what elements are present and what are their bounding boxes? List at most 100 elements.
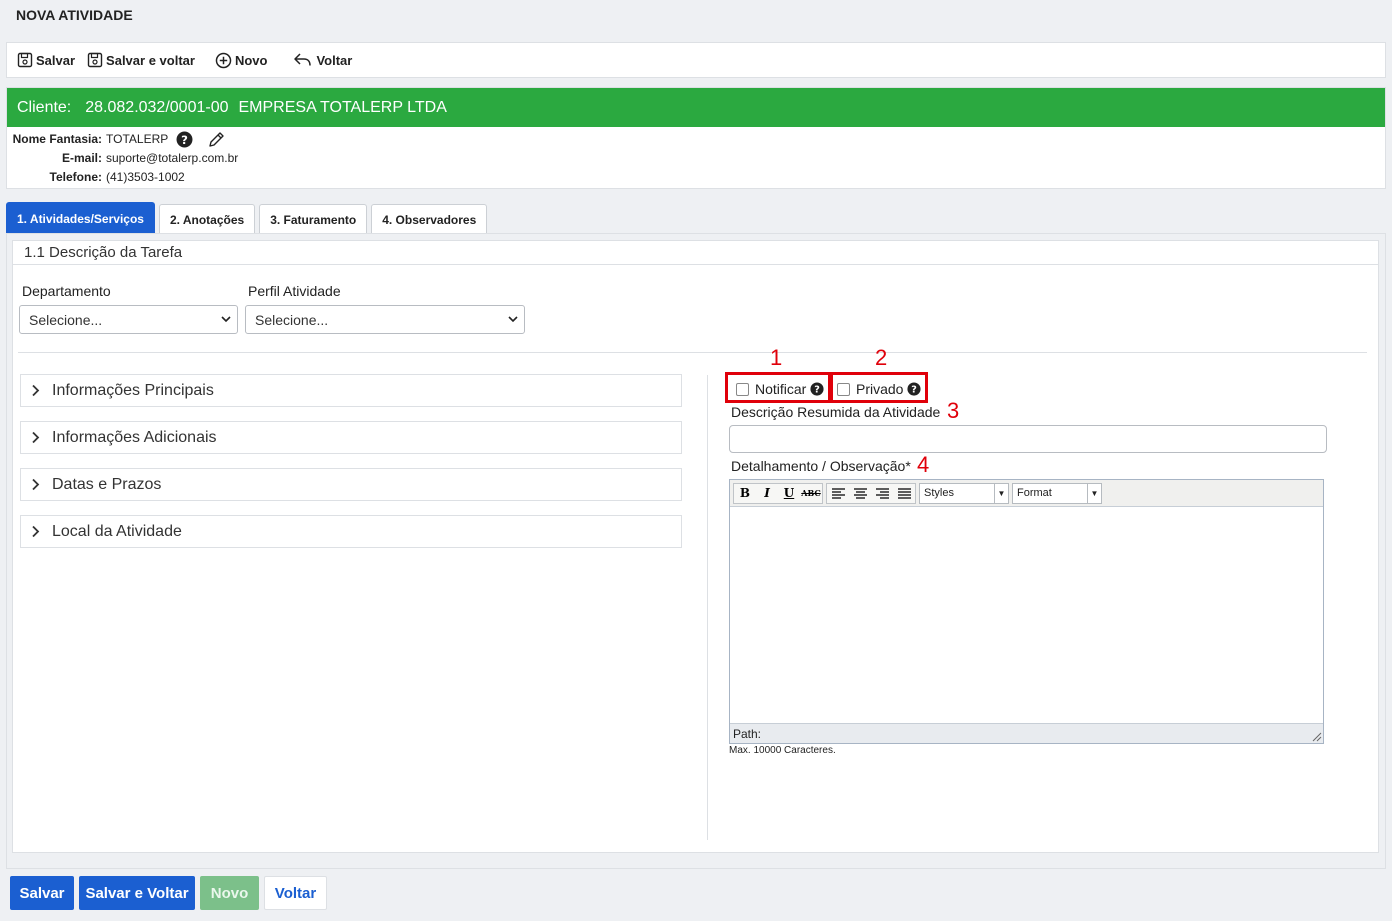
annotation-2: 2: [875, 345, 888, 370]
svg-text:?: ?: [912, 385, 918, 396]
notify-checkbox-row[interactable]: Notificar ?: [736, 381, 824, 397]
tab-anotacoes[interactable]: 2. Anotações: [158, 204, 256, 234]
annotation-4: 4: [917, 452, 930, 477]
chevron-right-icon: [32, 384, 40, 397]
caret-down-icon: ▼: [1087, 483, 1101, 503]
rich-text-editor: B I U ABC Styles ▼ Format ▼ Path:: [729, 479, 1324, 744]
notify-label: Notificar: [755, 381, 807, 397]
email-value: suporte@totalerp.com.br: [106, 151, 239, 165]
svg-text:?: ?: [815, 385, 821, 396]
fantasy-name-label: Nome Fantasia:: [12, 132, 102, 146]
svg-text:?: ?: [181, 133, 188, 147]
editor-path: Path:: [733, 726, 762, 741]
private-checkbox[interactable]: [837, 382, 850, 396]
accordion-label: Informações Principais: [52, 381, 214, 399]
client-name: EMPRESA TOTALERP LTDA: [238, 98, 447, 116]
profile-value: Selecione...: [255, 311, 329, 328]
phone-value: (41)3503-1002: [106, 170, 185, 184]
help-icon[interactable]: ?: [810, 382, 824, 396]
editor-toolbar: B I U ABC Styles ▼ Format ▼: [730, 480, 1323, 507]
summary-label: Descrição Resumida da Atividade: [731, 404, 941, 420]
client-info: Nome Fantasia: TOTALERP ? E-mail: suport…: [7, 127, 1385, 187]
save-button[interactable]: Salvar: [17, 52, 75, 68]
accordion-location[interactable]: Local da Atividade: [20, 515, 682, 548]
align-right-icon[interactable]: [871, 484, 893, 503]
summary-input[interactable]: [729, 425, 1327, 453]
profile-select[interactable]: Selecione...: [245, 305, 525, 334]
tab-faturamento[interactable]: 3. Faturamento: [259, 204, 368, 234]
align-group: [826, 482, 916, 504]
accordion-dates[interactable]: Datas e Prazos: [20, 468, 682, 501]
client-header: Cliente: 28.082.032/0001-00 EMPRESA TOTA…: [7, 88, 1385, 127]
plus-circle-icon: [215, 52, 232, 68]
page-title: NOVA ATIVIDADE: [16, 7, 133, 23]
strikethrough-icon[interactable]: ABC: [800, 484, 822, 503]
styles-select[interactable]: Styles ▼: [919, 482, 1009, 504]
tab-bar: 1. Atividades/Serviços 2. Anotações 3. F…: [6, 202, 491, 234]
pencil-icon[interactable]: [207, 131, 225, 149]
tab-atividades[interactable]: 1. Atividades/Serviços: [6, 202, 155, 234]
client-card: Cliente: 28.082.032/0001-00 EMPRESA TOTA…: [6, 87, 1386, 189]
new-button-label: Novo: [234, 52, 268, 68]
help-icon[interactable]: ?: [176, 131, 193, 148]
editor-content-area[interactable]: [730, 507, 1323, 723]
accordion-label: Local da Atividade: [52, 522, 182, 540]
chevron-down-icon: [508, 316, 518, 323]
annotation-3: 3: [947, 398, 960, 423]
text-style-group: B I U ABC: [733, 482, 823, 504]
new-button[interactable]: Novo: [215, 52, 268, 69]
undo-arrow-icon: [294, 53, 312, 66]
footer-new-button[interactable]: Novo: [200, 876, 259, 910]
footer-save-and-back-button[interactable]: Salvar e Voltar: [79, 876, 195, 910]
chevron-right-icon: [32, 478, 40, 491]
phone-label: Telefone:: [49, 170, 102, 184]
save-icon: [87, 52, 103, 68]
max-chars-hint: Max. 10000 Caracteres.: [729, 745, 836, 756]
back-button-label: Voltar: [316, 52, 353, 68]
format-select-value: Format: [1017, 487, 1052, 499]
back-button[interactable]: Voltar: [293, 52, 352, 68]
footer-save-button[interactable]: Salvar: [10, 876, 74, 910]
department-label: Departamento: [22, 283, 111, 299]
align-justify-icon[interactable]: [893, 484, 915, 503]
accordion-additional-info[interactable]: Informações Adicionais: [20, 421, 682, 454]
accordion-label: Datas e Prazos: [52, 475, 162, 493]
profile-label: Perfil Atividade: [248, 283, 341, 299]
client-label: Cliente:: [17, 98, 72, 116]
detail-label: Detalhamento / Observação*: [731, 458, 911, 474]
save-icon: [17, 52, 33, 68]
chevron-right-icon: [32, 431, 40, 444]
footer-back-button[interactable]: Voltar: [264, 876, 327, 910]
section-title: 1.1 Descrição da Tarefa: [24, 244, 183, 261]
toolbar: Salvar Salvar e voltar Novo Voltar: [6, 42, 1386, 78]
save-button-label: Salvar: [36, 52, 76, 68]
align-center-icon[interactable]: [849, 484, 871, 503]
tab-observadores[interactable]: 4. Observadores: [371, 204, 488, 234]
divider: [18, 352, 1367, 353]
client-cnpj: 28.082.032/0001-00: [85, 98, 229, 116]
private-checkbox-row[interactable]: Privado ?: [837, 381, 922, 397]
fantasy-name-value: TOTALERP: [106, 132, 169, 146]
underline-icon[interactable]: U: [778, 484, 800, 503]
column-divider: [707, 375, 708, 840]
department-value: Selecione...: [29, 311, 103, 328]
align-left-icon[interactable]: [827, 484, 849, 503]
format-select[interactable]: Format ▼: [1012, 482, 1102, 504]
accordion-label: Informações Adicionais: [52, 428, 217, 446]
editor-statusbar: Path:: [730, 723, 1323, 743]
save-and-back-label: Salvar e voltar: [106, 52, 195, 68]
accordion-main-info[interactable]: Informações Principais: [20, 374, 682, 407]
save-and-back-button[interactable]: Salvar e voltar: [87, 52, 195, 68]
department-select[interactable]: Selecione...: [19, 305, 238, 334]
annotation-1: 1: [770, 345, 783, 370]
bold-icon[interactable]: B: [734, 484, 756, 503]
resize-grip-icon[interactable]: [1312, 732, 1322, 742]
italic-icon[interactable]: I: [756, 484, 778, 503]
help-icon[interactable]: ?: [907, 382, 922, 396]
chevron-right-icon: [32, 525, 40, 538]
email-label: E-mail:: [61, 151, 102, 165]
caret-down-icon: ▼: [994, 483, 1008, 503]
styles-select-value: Styles: [924, 487, 954, 499]
notify-checkbox[interactable]: [736, 382, 749, 396]
divider: [12, 264, 1379, 265]
